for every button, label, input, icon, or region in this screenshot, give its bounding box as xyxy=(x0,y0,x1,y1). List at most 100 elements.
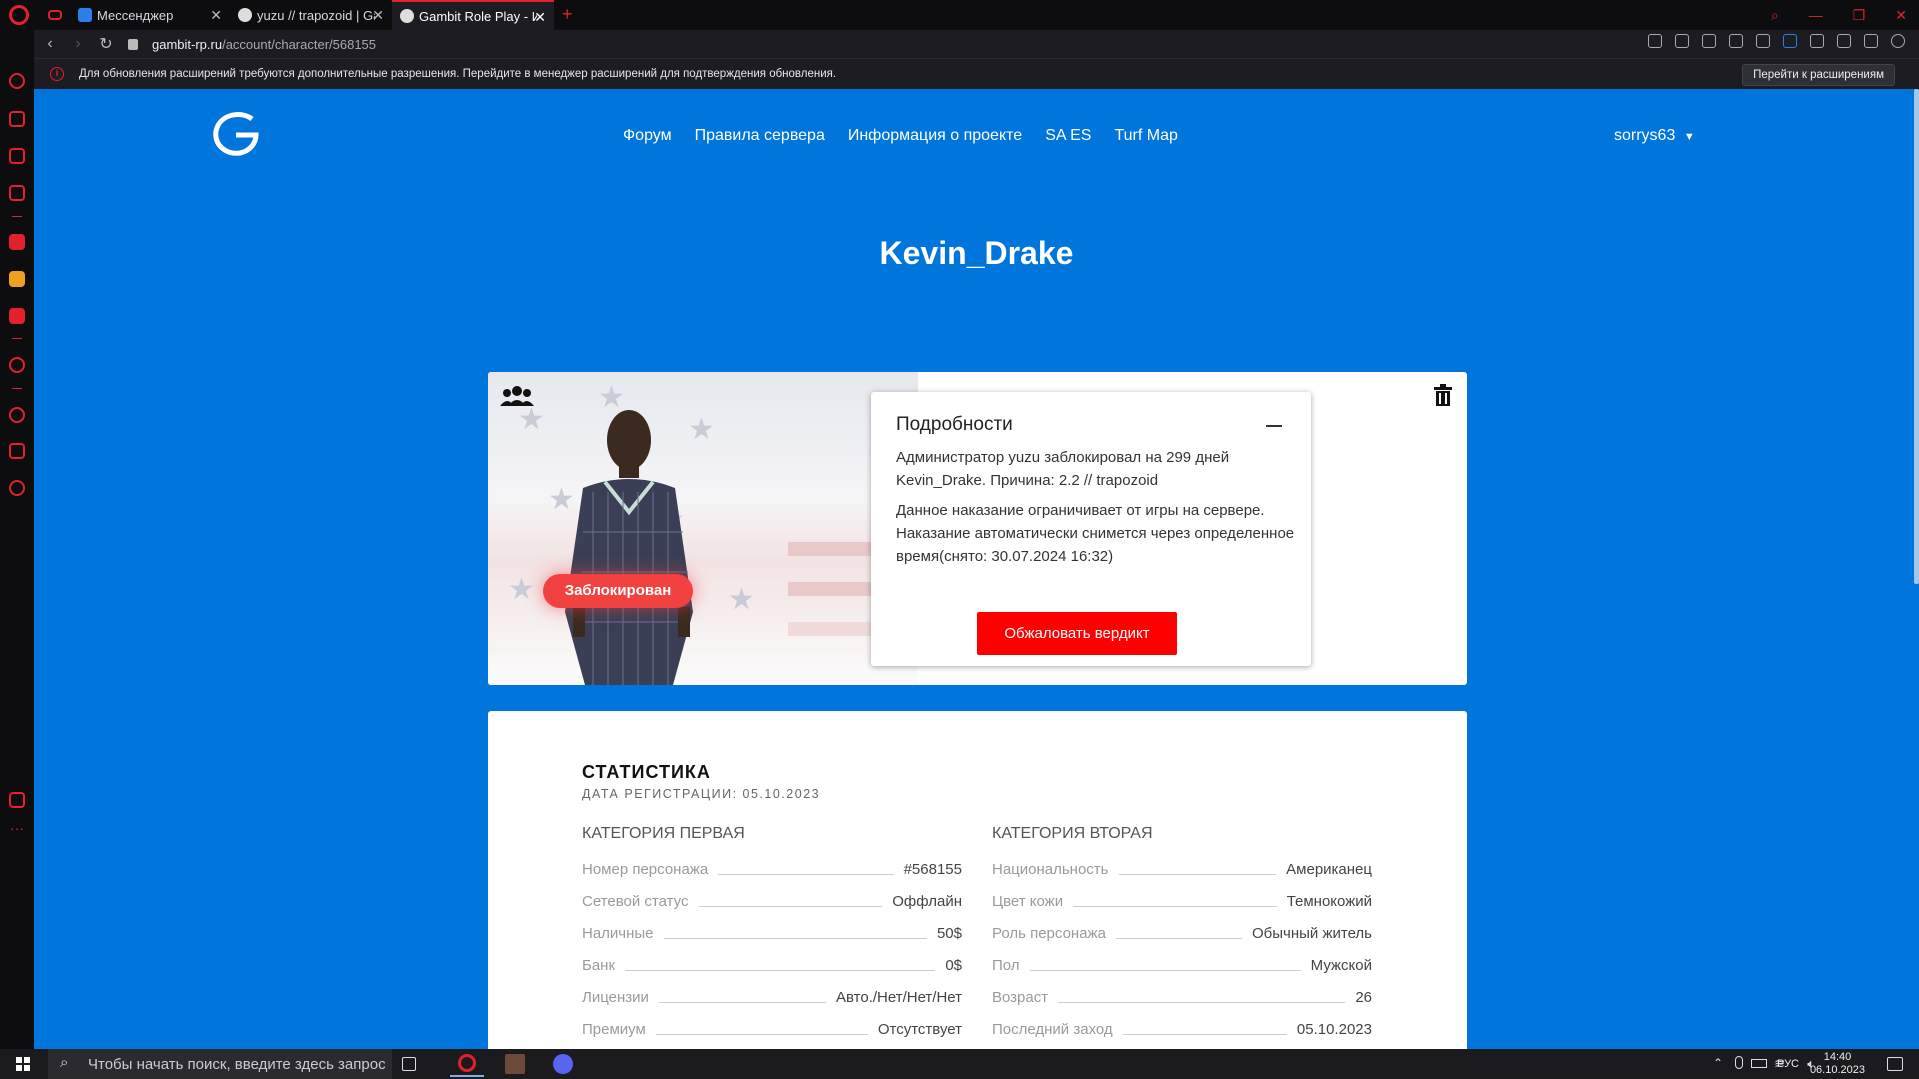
close-icon[interactable]: ✕ xyxy=(534,9,546,26)
cube-extension-icon[interactable] xyxy=(9,443,25,459)
download-icon[interactable] xyxy=(1837,34,1851,48)
extension-notification-bar: i Для обновления расширений требуются до… xyxy=(34,58,1919,89)
stats-column-first: Номер персонажа #568155 Сетевой статус Офф… xyxy=(582,861,962,1049)
trash-icon[interactable] xyxy=(1434,384,1452,406)
chevron-down-icon: ▼ xyxy=(1683,131,1695,143)
taskbar-search-box[interactable]: ⌕ Чтобы начать поиск, введите здесь запр… xyxy=(48,1049,392,1079)
tray-chevron-up-icon[interactable]: ⌃ xyxy=(1713,1056,1723,1070)
shopping-bag-icon[interactable] xyxy=(9,111,25,127)
stats-column-second: Национальность Американец Цвет кожи Темнок… xyxy=(992,861,1372,1049)
back-icon[interactable]: ‹ xyxy=(36,35,64,53)
more-icon[interactable]: ··· xyxy=(10,820,24,836)
character-card: ★ ★ ★ ★ ★ ★ ★ Заблокиро xyxy=(488,372,1467,685)
camera-icon[interactable] xyxy=(1675,34,1689,48)
stat-row: Возраст 26 xyxy=(992,989,1372,1021)
notifications-icon[interactable] xyxy=(1887,1057,1903,1071)
share-icon[interactable] xyxy=(1648,34,1662,48)
ban-details-panel: Подробности Администратор yuzu заблокиро… xyxy=(871,392,1311,666)
shield-icon[interactable] xyxy=(1702,34,1716,48)
windows-start-icon[interactable] xyxy=(16,1057,30,1071)
yandex-icon[interactable] xyxy=(9,234,25,250)
stat-row: Пол Мужской xyxy=(992,957,1372,989)
heart-icon[interactable] xyxy=(1756,34,1770,48)
flag-icon[interactable] xyxy=(1783,34,1797,48)
close-icon[interactable]: ✕ xyxy=(372,7,384,24)
language-indicator[interactable]: РУС xyxy=(1777,1058,1799,1070)
nav-sa-es[interactable]: SA ES xyxy=(1045,127,1091,145)
stat-value: Американец xyxy=(1286,861,1372,878)
taskbar-game-app[interactable] xyxy=(498,1051,532,1077)
forward-icon[interactable]: › xyxy=(64,35,92,53)
twitch-icon[interactable] xyxy=(9,148,25,164)
new-tab-button[interactable]: + xyxy=(562,0,573,30)
tab-messenger[interactable]: Мессенджер ✕ xyxy=(70,0,230,30)
nav-turf-map[interactable]: Turf Map xyxy=(1114,127,1177,145)
url-host: gambit-rp.ru xyxy=(152,36,223,52)
clock-time: 14:40 xyxy=(1823,1051,1852,1063)
tab-title: yuzu // trapozoid | Gambit xyxy=(257,7,375,23)
clock[interactable]: 14:40 06.10.2023 xyxy=(1810,1051,1865,1077)
close-window-icon[interactable]: ✕ xyxy=(1895,7,1907,24)
nav-project-info[interactable]: Информация о проекте xyxy=(848,127,1022,145)
translator-icon[interactable] xyxy=(9,308,25,324)
appeal-verdict-button[interactable]: Обжаловать вердикт xyxy=(977,612,1177,655)
notification-text: Для обновления расширений требуются допо… xyxy=(79,68,837,80)
address-bar: ‹ › ↻ gambit-rp.ru/account/character/568… xyxy=(34,30,1919,58)
extension-icon[interactable] xyxy=(9,271,25,287)
task-view-icon[interactable] xyxy=(402,1057,416,1071)
stats-title: СТАТИСТИКА xyxy=(582,762,711,782)
search-tabs-icon[interactable]: ⌕ xyxy=(1771,7,1779,24)
nav-forum[interactable]: Форум xyxy=(623,127,672,145)
sidebar-divider xyxy=(12,216,22,217)
player-icon[interactable] xyxy=(9,357,25,373)
tab-gambit-active[interactable]: Gambit Role Play - Игровой ✕ xyxy=(392,0,554,30)
gamepad-icon xyxy=(48,10,62,20)
restore-icon[interactable]: ❐ xyxy=(1853,7,1866,24)
username: sorrys63 xyxy=(1614,127,1676,144)
reload-icon[interactable]: ↻ xyxy=(92,34,120,54)
user-menu[interactable]: sorrys63 ▼ xyxy=(1614,127,1695,145)
gambit-logo-icon[interactable] xyxy=(212,111,260,157)
stat-row: Наличные 50$ xyxy=(582,925,962,957)
close-icon[interactable]: ✕ xyxy=(210,7,222,24)
tab-title: Gambit Role Play - Игровой xyxy=(419,8,537,24)
menu-icon[interactable] xyxy=(1864,34,1878,48)
collapse-button[interactable] xyxy=(1266,425,1282,427)
stat-row: Премиум Отсутствует xyxy=(582,1021,962,1049)
profile-icon[interactable] xyxy=(1891,34,1905,48)
taskbar-discord-app[interactable] xyxy=(546,1051,580,1077)
minimize-icon[interactable]: — xyxy=(1809,7,1823,23)
url-path: /account/character/568155 xyxy=(222,36,377,52)
users-group-icon[interactable] xyxy=(500,384,534,408)
stat-value: Авто./Нет/Нет/Нет xyxy=(836,989,962,1006)
stat-label: Последний заход xyxy=(992,1021,1113,1038)
instagram-icon[interactable] xyxy=(9,185,25,201)
cube-icon[interactable] xyxy=(1810,34,1824,48)
gallery-icon[interactable] xyxy=(9,792,25,808)
microphone-icon[interactable] xyxy=(1735,1056,1743,1069)
category-second-title: КАТЕГОРИЯ ВТОРАЯ xyxy=(992,825,1153,842)
stat-label: Национальность xyxy=(992,861,1109,878)
clock-date: 06.10.2023 xyxy=(1809,1064,1865,1076)
stat-label: Роль персонажа xyxy=(992,925,1106,942)
stat-label: Наличные xyxy=(582,925,654,942)
stat-value: 05.10.2023 xyxy=(1296,1021,1372,1038)
battery-icon[interactable] xyxy=(1751,1059,1767,1068)
settings-gear-icon[interactable] xyxy=(9,480,25,496)
stat-value: #568155 xyxy=(903,861,962,878)
url-field[interactable]: gambit-rp.ru/account/character/568155 xyxy=(152,37,376,52)
game-icon xyxy=(505,1054,525,1074)
details-title: Подробности xyxy=(896,414,1013,435)
history-icon[interactable] xyxy=(9,407,25,423)
scrollbar[interactable] xyxy=(1914,89,1919,584)
tab-yuzu[interactable]: yuzu // trapozoid | Gambit ✕ xyxy=(230,0,392,30)
stat-row: Последний заход 05.10.2023 xyxy=(992,1021,1372,1049)
go-to-extensions-button[interactable]: Перейти к расширениям xyxy=(1742,64,1895,86)
taskbar-opera-app[interactable] xyxy=(450,1051,484,1077)
stat-value: Отсутствует xyxy=(877,1021,962,1038)
opera-menu-icon[interactable] xyxy=(9,5,29,25)
send-icon[interactable] xyxy=(1729,34,1743,48)
nav-server-rules[interactable]: Правила сервера xyxy=(695,127,825,145)
speed-dial-icon[interactable] xyxy=(9,73,25,89)
lock-icon xyxy=(128,38,138,50)
